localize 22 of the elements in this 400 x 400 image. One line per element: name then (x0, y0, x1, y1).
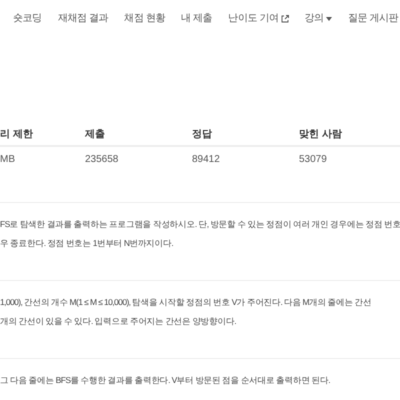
description-text: 1,000), 간선의 개수 M(1 ≤ M ≤ 10,000), 탐색을 시작할 정점의 번호 V가 주어진다. 다음 M개의 줄에는 간선 (0, 296, 372, 309)
nav-link[interactable]: 강의 (304, 11, 332, 26)
description-text: 그 다음 줄에는 BFS를 수행한 결과를 출력한다. V부터 방문된 점을 순서대로 출력하면 된다. (0, 374, 332, 387)
nav-link[interactable]: 채점 현황 (124, 11, 165, 26)
description-text: 우 종료한다. 정점 번호는 1번부터 N번까지이다. (0, 237, 174, 250)
column-header: 정답 (192, 123, 299, 147)
description-text: FS로 탐색한 결과를 출력하는 프로그램을 작성하시오. 단, 방문할 수 있는 정점이 여러 개인 경우에는 정점 번호 (0, 218, 400, 231)
caret-icon (326, 16, 332, 20)
description-text: 개의 간선이 있을 수 있다. 입력으로 주어지는 간선은 양방향이다. (0, 315, 238, 328)
table-cell-text: MB (0, 152, 16, 166)
table-cell-text: 53079 (299, 152, 328, 166)
column-header: 맞힌 사람 (299, 123, 400, 147)
nav-link[interactable]: 숏코딩 (13, 11, 42, 26)
column-header: 리 제한 (0, 123, 85, 147)
nav-link[interactable]: 재채점 결과 (58, 11, 108, 26)
table-cell-text: 235658 (85, 152, 120, 166)
nav-link[interactable]: 내 제출 (180, 11, 212, 26)
external-link-icon (280, 14, 289, 22)
column-header: 제출 (85, 123, 192, 147)
table-cell-text: 89412 (192, 152, 221, 166)
nav-link[interactable]: 질문 게시판 (348, 11, 398, 26)
nav-link[interactable]: 난이도 기여 (228, 11, 289, 26)
